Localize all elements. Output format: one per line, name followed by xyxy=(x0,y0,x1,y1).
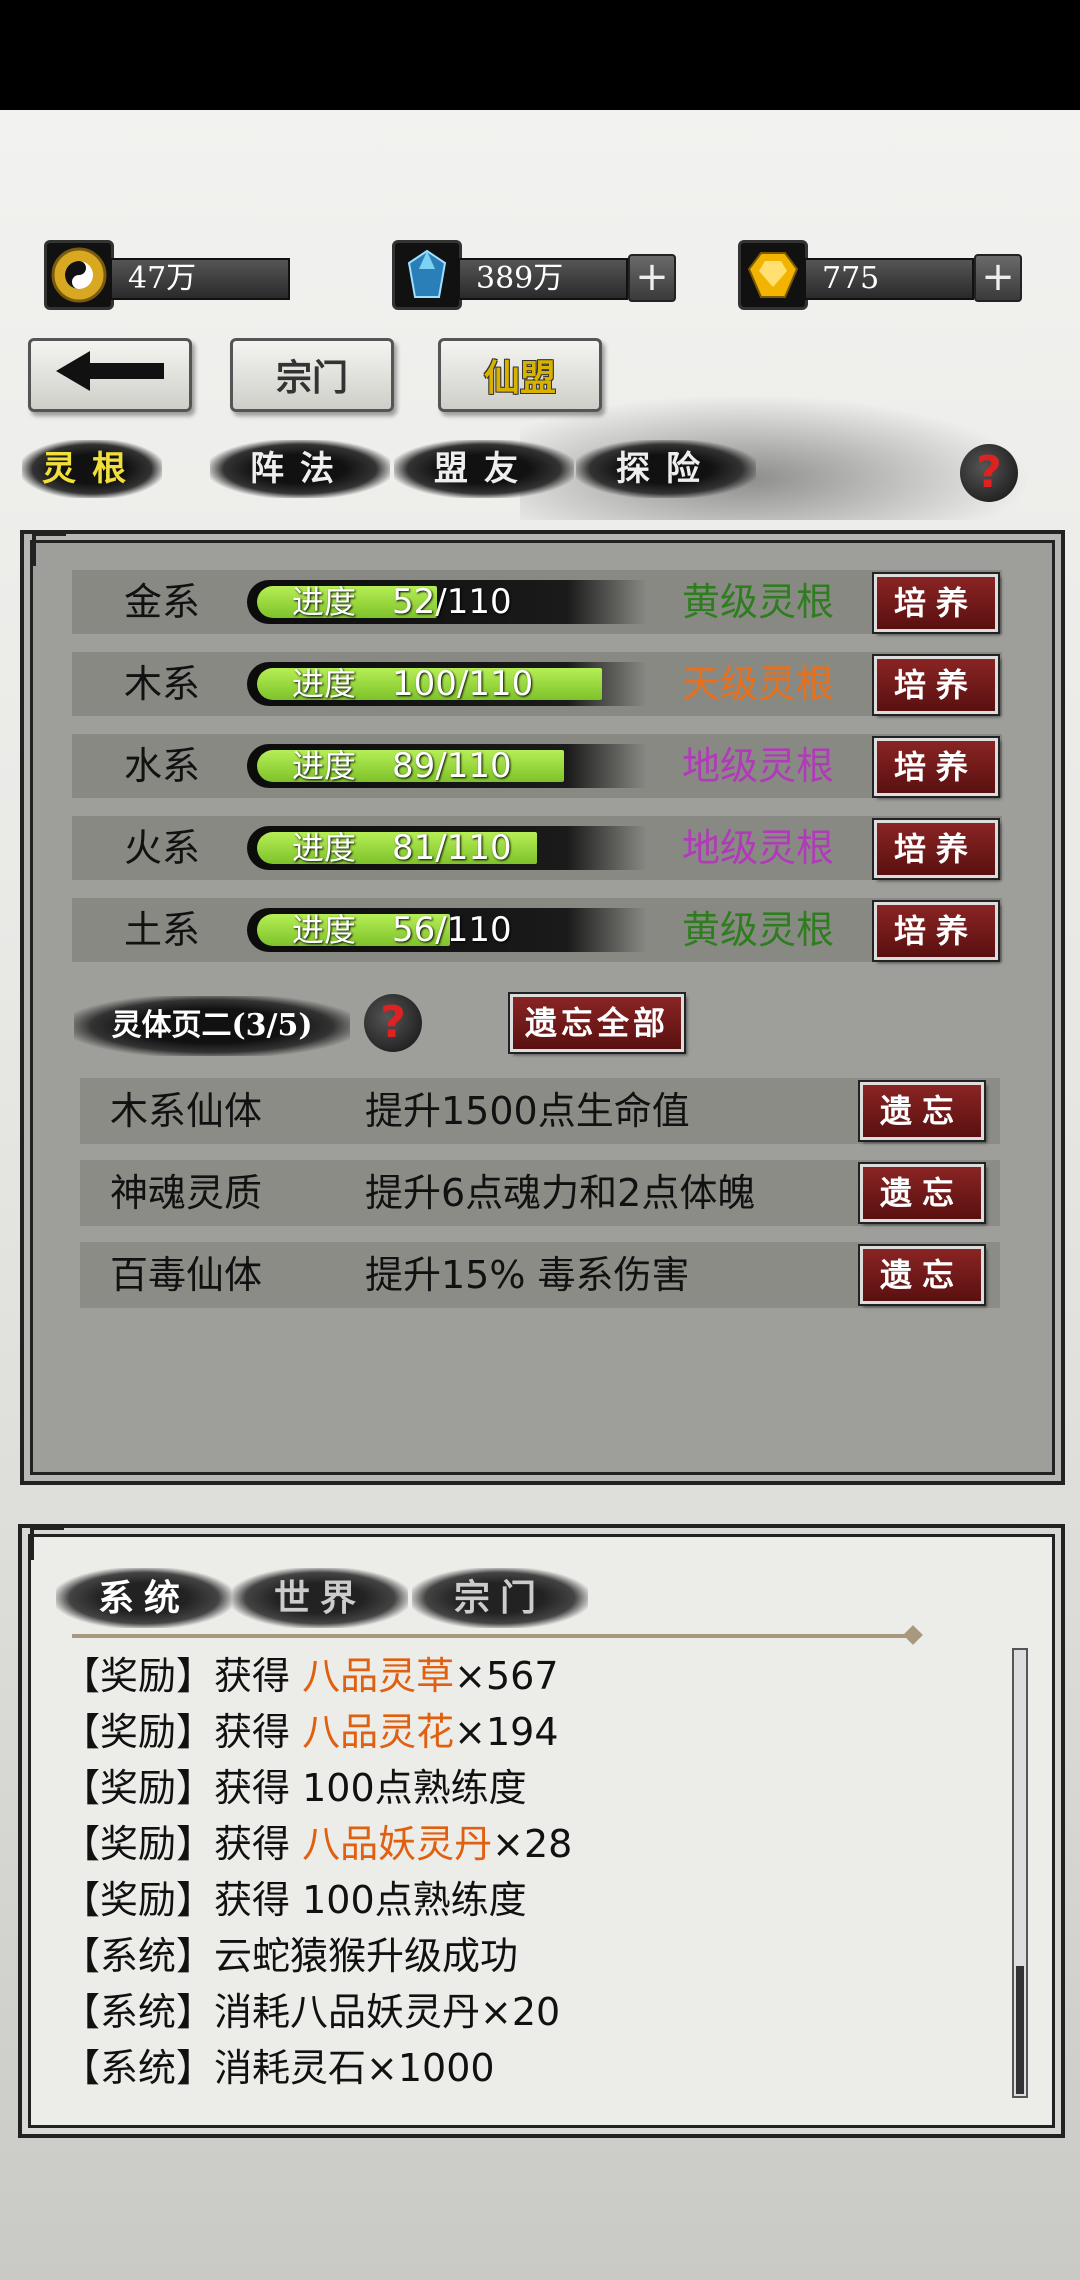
spirit-root-row: 火系 进度 81/110 地级灵根 培养 xyxy=(72,816,1002,880)
cultivate-button[interactable]: 培养 xyxy=(872,736,1000,798)
resource-crystal: 389万 + xyxy=(392,240,682,310)
progress-value: 56/110 xyxy=(392,910,512,950)
trait-description: 提升15% 毒系伤害 xyxy=(365,1253,690,1297)
element-name: 火系 xyxy=(124,826,201,870)
tab-world[interactable]: 世界 xyxy=(232,1568,408,1628)
log-entry: 【奖励】获得 100点熟练度 xyxy=(62,1878,527,1922)
element-name: 水系 xyxy=(124,744,201,788)
resource-coin: 47万 xyxy=(44,240,294,310)
spirit-body-page-title: 灵体页二(3/5) xyxy=(74,996,350,1056)
forget-button[interactable]: 遗忘 xyxy=(858,1244,986,1306)
coin-amount: 47万 xyxy=(110,258,290,300)
spirit-root-row: 土系 进度 56/110 黄级灵根 培养 xyxy=(72,898,1002,962)
progress-label: 进度 xyxy=(292,583,357,621)
progress-label: 进度 xyxy=(292,747,357,785)
root-grade: 天级灵根 xyxy=(682,662,835,706)
crystal-add-button[interactable]: + xyxy=(628,254,676,302)
root-grade: 地级灵根 xyxy=(682,826,835,870)
corner-ornament xyxy=(32,532,66,566)
sect-button[interactable]: 宗门 xyxy=(230,338,394,412)
help-icon[interactable]: ? xyxy=(364,994,422,1052)
cultivate-button[interactable]: 培养 xyxy=(872,900,1000,962)
blue-crystal-icon xyxy=(392,240,462,310)
tab-explore[interactable]: 探险 xyxy=(576,440,756,498)
progress-label: 进度 xyxy=(292,665,357,703)
element-name: 土系 xyxy=(124,908,201,952)
spirit-root-row: 水系 进度 89/110 地级灵根 培养 xyxy=(72,734,1002,798)
back-arrow-icon xyxy=(50,349,170,402)
forget-button[interactable]: 遗忘 xyxy=(858,1162,986,1224)
gold-gem-icon xyxy=(738,240,808,310)
progress-value: 100/110 xyxy=(392,664,534,704)
yin-yang-coin-icon xyxy=(44,240,114,310)
trait-name: 百毒仙体 xyxy=(110,1253,263,1297)
element-name: 木系 xyxy=(124,662,201,706)
trait-row: 神魂灵质 提升6点魂力和2点体魄 遗忘 xyxy=(80,1160,1000,1226)
log-entry: 【系统】云蛇猿猴升级成功 xyxy=(62,1934,519,1978)
element-name: 金系 xyxy=(124,580,201,624)
tab-formation[interactable]: 阵法 xyxy=(210,440,390,498)
forget-all-button[interactable]: 遗忘全部 xyxy=(508,992,686,1054)
spirit-root-row: 木系 进度 100/110 天级灵根 培养 xyxy=(72,652,1002,716)
resource-gem: 775 + xyxy=(738,240,1028,310)
status-bar xyxy=(0,0,1080,110)
root-grade: 地级灵根 xyxy=(682,744,835,788)
tab-spirit-root[interactable]: 灵根 xyxy=(22,440,162,498)
corner-ornament xyxy=(30,1526,64,1560)
log-entry: 【奖励】获得 八品灵花×194 xyxy=(62,1710,559,1754)
crystal-amount: 389万 xyxy=(458,258,628,300)
forget-button[interactable]: 遗忘 xyxy=(858,1080,986,1142)
trait-row: 木系仙体 提升1500点生命值 遗忘 xyxy=(80,1078,1000,1144)
trait-row: 百毒仙体 提升15% 毒系伤害 遗忘 xyxy=(80,1242,1000,1308)
progress-label: 进度 xyxy=(292,829,357,867)
log-entry: 【系统】消耗灵石×1000 xyxy=(62,2046,495,2090)
log-entry: 【奖励】获得 100点熟练度 xyxy=(62,1766,527,1810)
help-icon[interactable]: ? xyxy=(960,444,1018,502)
log-entry: 【系统】消耗八品妖灵丹×20 xyxy=(62,1990,561,2034)
trait-description: 提升1500点生命值 xyxy=(365,1089,690,1133)
progress-value: 52/110 xyxy=(392,582,512,622)
log-scrollbar-thumb[interactable] xyxy=(1016,1966,1024,2094)
trait-name: 木系仙体 xyxy=(110,1089,263,1133)
log-scrollbar[interactable] xyxy=(1012,1648,1028,2098)
tab-allies[interactable]: 盟友 xyxy=(394,440,574,498)
back-button[interactable] xyxy=(28,338,192,412)
root-grade: 黄级灵根 xyxy=(682,908,835,952)
trait-description: 提升6点魂力和2点体魄 xyxy=(365,1171,756,1215)
gem-amount: 775 xyxy=(804,258,974,300)
root-grade: 黄级灵根 xyxy=(682,580,835,624)
alliance-button[interactable]: 仙盟 xyxy=(438,338,602,412)
cultivate-button[interactable]: 培养 xyxy=(872,818,1000,880)
log-entry: 【奖励】获得 八品灵草×567 xyxy=(62,1654,559,1698)
progress-label: 进度 xyxy=(292,911,357,949)
tab-system[interactable]: 系统 xyxy=(56,1568,232,1628)
trait-name: 神魂灵质 xyxy=(110,1171,263,1215)
progress-value: 81/110 xyxy=(392,828,512,868)
tab-sect-chat[interactable]: 宗门 xyxy=(412,1568,588,1628)
gem-add-button[interactable]: + xyxy=(974,254,1022,302)
spirit-root-row: 金系 进度 52/110 黄级灵根 培养 xyxy=(72,570,1002,634)
cultivate-button[interactable]: 培养 xyxy=(872,654,1000,716)
progress-value: 89/110 xyxy=(392,746,512,786)
cultivate-button[interactable]: 培养 xyxy=(872,572,1000,634)
divider xyxy=(72,1634,918,1638)
log-entry: 【奖励】获得 八品妖灵丹×28 xyxy=(62,1822,573,1866)
